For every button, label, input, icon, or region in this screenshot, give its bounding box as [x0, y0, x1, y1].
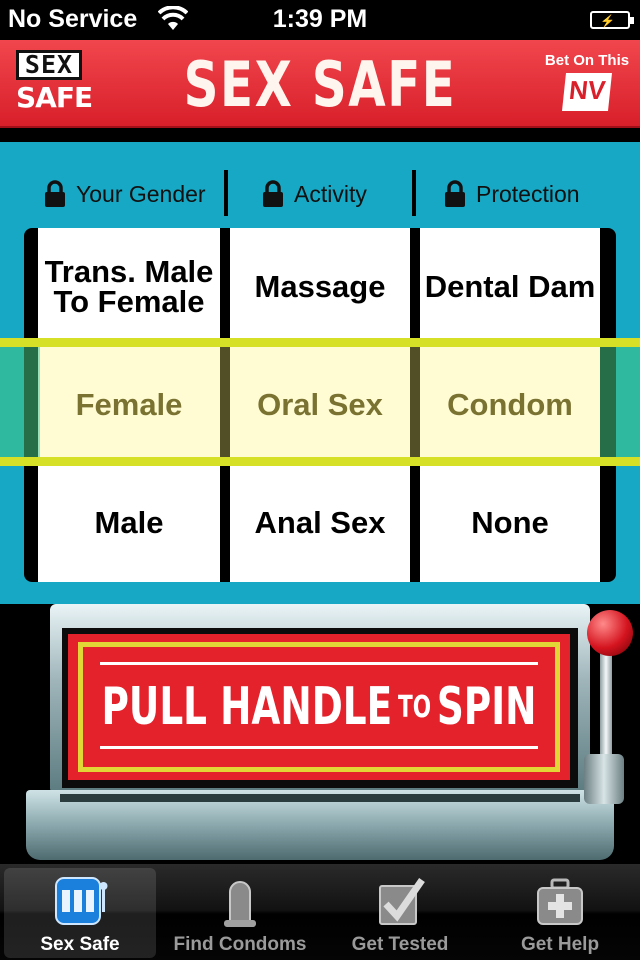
bet-label: Bet On This	[544, 52, 630, 69]
header-divider-2	[412, 170, 416, 216]
reel-option[interactable]: Dental Dam	[420, 228, 600, 346]
column-header-activity[interactable]: Activity	[262, 174, 402, 214]
sign-text-part1: PULL HANDLE	[101, 677, 393, 737]
slot-machine: PULL HANDLE TO SPIN	[0, 604, 640, 864]
sign-rule-bottom	[100, 746, 538, 749]
reel-selected-option[interactable]: Female	[38, 346, 220, 464]
reel-gender[interactable]: Trans. Male To Female Female Male	[38, 228, 220, 582]
battery-icon: ⚡	[590, 11, 634, 29]
reel-option[interactable]: Trans. Male To Female	[38, 228, 220, 346]
column-header-label: Activity	[294, 180, 367, 207]
app-title: SEX SAFE	[183, 48, 457, 121]
lever-knob[interactable]	[587, 610, 633, 656]
header-divider-1	[224, 170, 228, 216]
reel-option[interactable]: Male	[38, 464, 220, 582]
tab-label: Get Help	[520, 934, 600, 955]
reel-panel: Your Gender Activity Protection Trans. M…	[0, 142, 640, 604]
tab-label: Sex Safe	[40, 934, 120, 955]
reel-protection[interactable]: Dental Dam Condom None	[420, 228, 600, 582]
reels: Trans. Male To Female Female Male Massag…	[24, 228, 616, 582]
checkmark-icon	[379, 878, 425, 925]
reel-selected-option[interactable]: Condom	[420, 346, 600, 464]
tab-get-help[interactable]: Get Help	[484, 868, 636, 958]
reel-selected-option[interactable]: Oral Sex	[230, 346, 410, 464]
lock-icon	[445, 180, 465, 207]
reel-option[interactable]: None	[420, 464, 600, 582]
tab-label: Get Tested	[351, 934, 449, 955]
clock: 1:39 PM	[272, 5, 368, 33]
reel-option[interactable]: Anal Sex	[230, 464, 410, 582]
machine-base-slot	[60, 794, 580, 802]
column-header-label: Protection	[476, 180, 580, 207]
tab-label: Find Condoms	[173, 934, 307, 955]
tab-bar: Sex Safe Find Condoms Get Tested Get Hel…	[0, 864, 640, 960]
lock-icon	[263, 180, 283, 207]
header-divider	[0, 130, 640, 142]
sign-text-part2: TO	[397, 689, 432, 725]
tab-find-condoms[interactable]: Find Condoms	[164, 868, 316, 958]
column-header-gender[interactable]: Your Gender	[44, 174, 214, 214]
reel-option[interactable]: Massage	[230, 228, 410, 346]
bet-on-this-button[interactable]: Bet On This NV	[540, 52, 634, 122]
lock-icon	[45, 180, 65, 207]
nv-badge: NV	[562, 73, 612, 111]
first-aid-icon	[537, 878, 583, 925]
lever-mount	[584, 754, 624, 804]
status-bar: No Service 1:39 PM ⚡	[0, 0, 640, 40]
slot-machine-icon	[55, 877, 108, 925]
pull-handle-label: PULL HANDLE TO SPIN	[101, 642, 536, 772]
tab-get-tested[interactable]: Get Tested	[324, 868, 476, 958]
column-header-label: Your Gender	[76, 180, 206, 207]
tab-sex-safe[interactable]: Sex Safe	[4, 868, 156, 958]
reel-activity[interactable]: Massage Oral Sex Anal Sex	[230, 228, 410, 582]
condom-icon	[224, 881, 256, 927]
app-header: SEX SAFE SEX SAFE Bet On This NV	[0, 40, 640, 128]
column-header-protection[interactable]: Protection	[444, 174, 604, 214]
sign-text-part3: SPIN	[436, 677, 537, 737]
